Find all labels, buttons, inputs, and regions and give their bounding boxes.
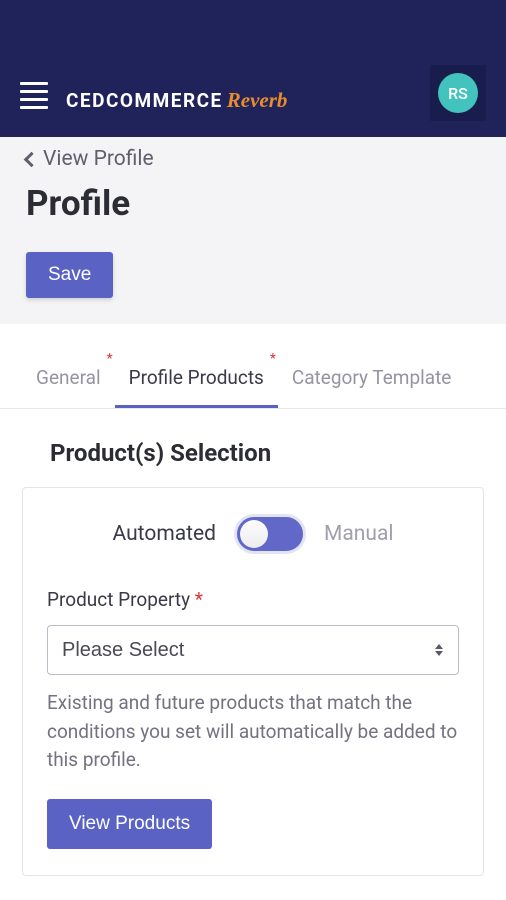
toggle-label-manual: Manual (324, 522, 393, 546)
logo-main: CEDCOMMERCE (66, 89, 223, 112)
breadcrumb[interactable]: View Profile (26, 147, 480, 171)
logo-sub: Reverb (227, 88, 288, 113)
breadcrumb-label: View Profile (43, 147, 154, 171)
avatar-container: RS (430, 65, 486, 121)
chevron-left-icon (24, 151, 40, 167)
tab-profile-products[interactable]: Profile Products * (115, 346, 278, 408)
asterisk-icon: * (107, 351, 113, 367)
toggle-knob (240, 520, 268, 548)
avatar[interactable]: RS (438, 73, 478, 113)
header: CEDCOMMERCE Reverb RS (0, 0, 506, 137)
content-section: General * Profile Products * Category Te… (0, 346, 506, 876)
product-property-select[interactable]: Please Select (47, 625, 459, 675)
page-title: Profile (26, 183, 480, 224)
select-wrap: Please Select (47, 625, 459, 675)
breadcrumb-section: View Profile Profile Save (0, 137, 506, 324)
section-title: Product(s) Selection (0, 409, 506, 487)
mode-toggle[interactable] (234, 514, 306, 554)
tab-general[interactable]: General * (22, 346, 115, 408)
save-button[interactable]: Save (26, 252, 113, 298)
toggle-row: Automated Manual (47, 514, 459, 554)
view-products-button[interactable]: View Products (47, 799, 212, 849)
toggle-label-automated: Automated (113, 522, 217, 546)
selection-card: Automated Manual Product Property * Plea… (22, 487, 484, 876)
hamburger-icon[interactable] (20, 82, 48, 109)
tab-category-template[interactable]: Category Template (278, 346, 466, 408)
asterisk-icon: * (270, 351, 276, 367)
asterisk-icon: * (195, 588, 203, 611)
property-label: Product Property * (47, 588, 459, 611)
tabs: General * Profile Products * Category Te… (0, 346, 506, 409)
logo: CEDCOMMERCE Reverb (66, 88, 430, 113)
help-text: Existing and future products that match … (47, 689, 459, 775)
